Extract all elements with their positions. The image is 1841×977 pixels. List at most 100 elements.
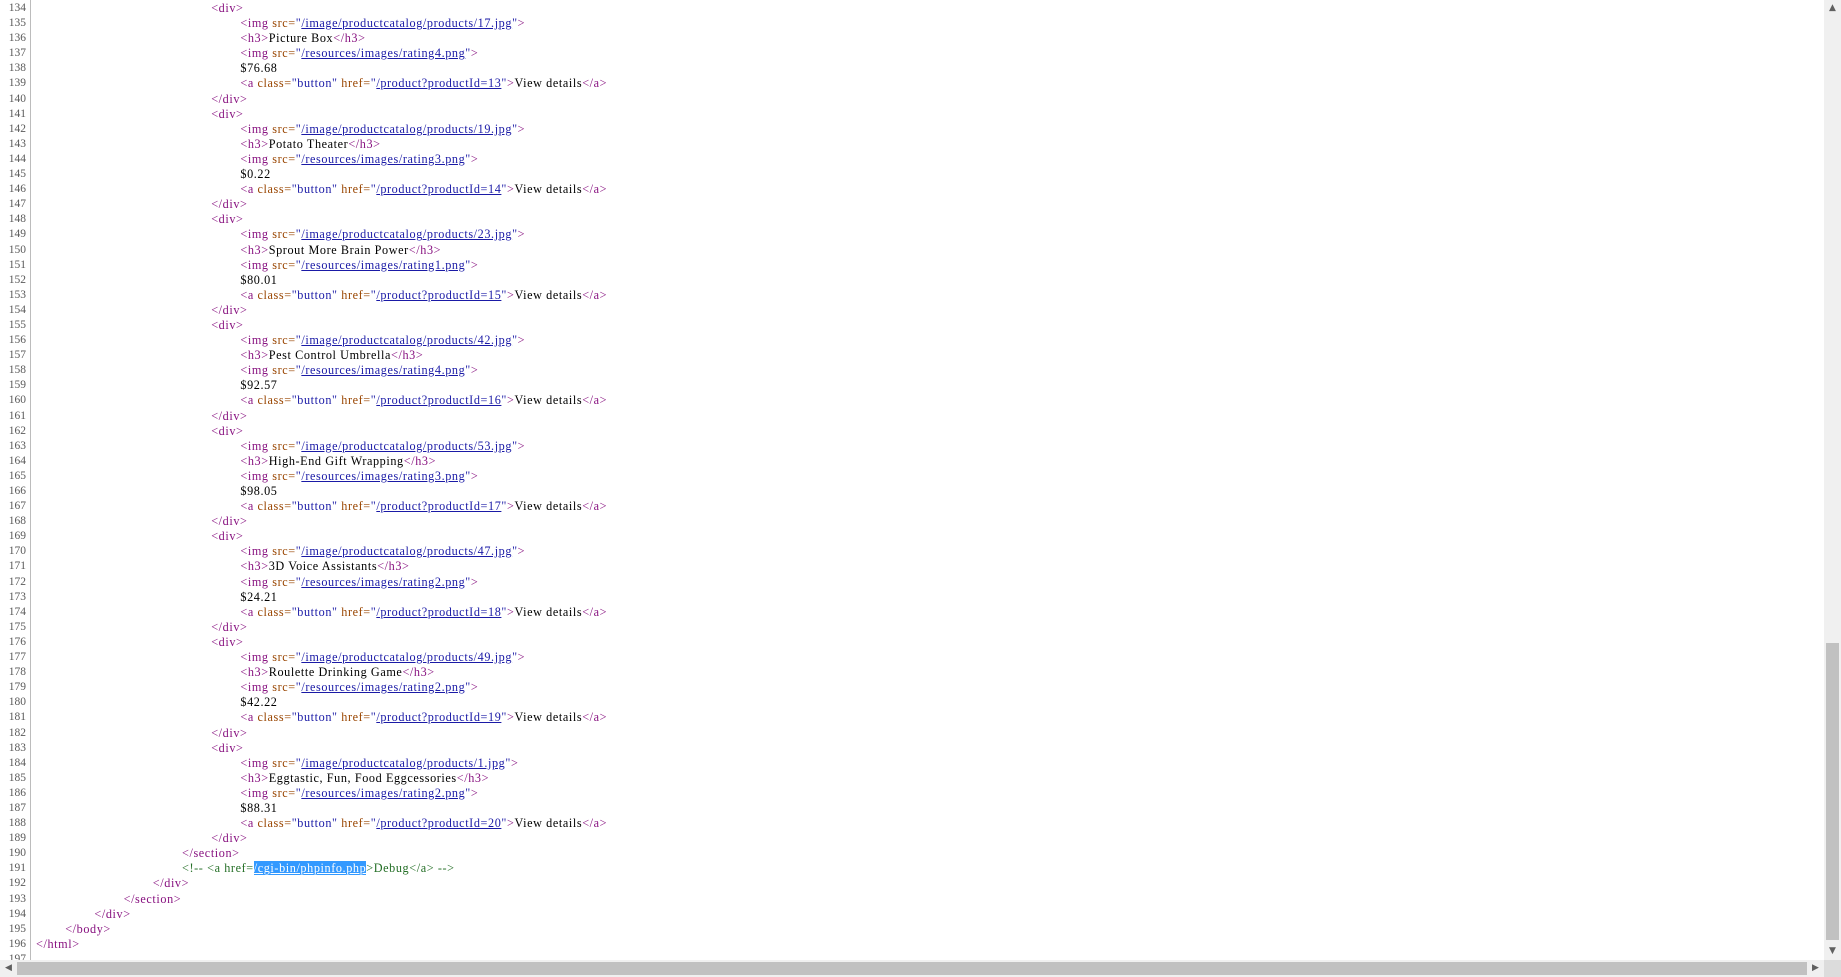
line-content: $92.57 (240, 378, 277, 393)
horizontal-scrollbar[interactable]: ◀ ▶ (0, 960, 1824, 977)
source-line: 168 </div> (0, 514, 1824, 529)
source-link[interactable]: /image/productcatalog/products/42.jpg (301, 333, 512, 347)
source-link[interactable]: /product?productId=15 (376, 288, 501, 302)
line-number: 184 (8, 756, 26, 769)
line-content: </section> (182, 846, 240, 861)
token-tag: <img (240, 257, 273, 272)
token-text: $88.31 (240, 800, 278, 815)
source-link[interactable]: /resources/images/rating1.png (301, 258, 465, 272)
token-tag: > (517, 333, 526, 348)
source-link[interactable]: /image/productcatalog/products/17.jpg (301, 16, 512, 30)
token-tag: <img (240, 121, 273, 136)
line-number: 187 (8, 801, 26, 814)
line-content: <h3>Picture Box</h3> (240, 31, 365, 46)
token-tag: </a> (582, 604, 608, 619)
line-content: </body> (65, 922, 111, 937)
line-number: 189 (8, 832, 26, 845)
line-number: 177 (8, 651, 26, 664)
token-tag: <img (240, 363, 273, 378)
source-link[interactable]: /image/productcatalog/products/53.jpg (301, 439, 512, 453)
source-link[interactable]: /image/productcatalog/products/49.jpg (301, 650, 512, 664)
source-link[interactable]: /resources/images/rating2.png (301, 575, 465, 589)
source-line: 183 <div> (0, 741, 1824, 756)
token-val: "button" (291, 393, 342, 408)
token-tag: > (510, 755, 519, 770)
scroll-up-icon[interactable]: ▲ (1824, 0, 1841, 17)
token-attr: src= (272, 755, 296, 770)
line-content: <img src="/resources/images/rating2.png"… (240, 575, 478, 590)
source-line: 189 </div> (0, 831, 1824, 846)
line-content: <img src="/resources/images/rating2.png"… (240, 786, 478, 801)
token-tag: <a (240, 499, 258, 514)
scroll-left-icon[interactable]: ◀ (0, 960, 17, 977)
source-link[interactable]: /product?productId=18 (376, 605, 501, 619)
token-val: "button" (291, 499, 342, 514)
token-tag: > (470, 680, 479, 695)
token-attr: href= (341, 499, 371, 514)
line-number: 139 (8, 77, 26, 90)
source-link[interactable]: /resources/images/rating2.png (301, 786, 465, 800)
scroll-right-icon[interactable]: ▶ (1807, 960, 1824, 977)
line-number: 188 (8, 817, 26, 830)
line-number: 152 (8, 273, 26, 286)
source-link[interactable]: /resources/images/rating2.png (301, 680, 465, 694)
source-link[interactable]: /image/productcatalog/products/23.jpg (301, 227, 512, 241)
token-tag: <img (240, 151, 273, 166)
vertical-scrollbar[interactable]: ▲ ▼ (1824, 0, 1841, 960)
token-tag: <img (240, 333, 273, 348)
token-text: Pest Control Umbrella (268, 348, 392, 363)
token-tag: </div> (211, 725, 248, 740)
line-content: <img src="/image/productcatalog/products… (240, 650, 525, 665)
line-number: 136 (8, 32, 26, 45)
view-source-viewport: 134 <div> 135 <img src="/image/productcatal… (0, 0, 1824, 960)
token-tag: <div> (211, 1, 244, 15)
line-number: 146 (8, 183, 26, 196)
token-tag: > (470, 468, 479, 483)
line-content: <div> (211, 212, 243, 227)
source-link[interactable]: /product?productId=16 (376, 393, 501, 407)
scroll-down-icon[interactable]: ▼ (1824, 943, 1841, 960)
source-link[interactable]: /product?productId=20 (376, 816, 501, 830)
line-number: 141 (8, 107, 26, 120)
source-link[interactable]: /resources/images/rating3.png (301, 152, 465, 166)
source-line: 171 <h3>3D Voice Assistants</h3> (0, 559, 1824, 574)
source-link[interactable]: /product?productId=13 (376, 76, 501, 90)
line-number: 134 (8, 2, 26, 14)
token-tag: </body> (65, 921, 111, 936)
line-number: 196 (8, 937, 26, 950)
source-line: 169 <div> (0, 529, 1824, 544)
source-line: 138 $76.68 (0, 61, 1824, 76)
source-line: 182 </div> (0, 726, 1824, 741)
token-tag: <h3> (240, 242, 269, 257)
vertical-scroll-thumb[interactable] (1826, 643, 1839, 940)
token-attr: src= (272, 650, 296, 665)
token-tag: </a> (582, 287, 608, 302)
source-line: 165 <img src="/resources/images/rating3.p… (0, 469, 1824, 484)
source-link[interactable]: /resources/images/rating4.png (301, 46, 465, 60)
source-line: 146 <a class="button" href="/product?prod… (0, 182, 1824, 197)
source-link[interactable]: /product?productId=19 (376, 710, 501, 724)
token-tag: <img (240, 438, 273, 453)
line-number: 174 (8, 605, 26, 618)
source-link[interactable]: /product?productId=14 (376, 182, 501, 196)
token-text: View details (514, 287, 583, 302)
token-tag: > (470, 257, 479, 272)
token-tag: </div> (211, 302, 248, 317)
source-line: 173 $24.21 (0, 590, 1824, 605)
source-link[interactable]: /product?productId=17 (376, 499, 501, 513)
source-link[interactable]: /image/productcatalog/products/1.jpg (301, 756, 505, 770)
token-tag: > (517, 544, 526, 559)
horizontal-scroll-thumb[interactable] (17, 962, 1807, 975)
source-link[interactable]: /image/productcatalog/products/19.jpg (301, 122, 512, 136)
token-attr: src= (272, 438, 296, 453)
source-line: 164 <h3>High-End Gift Wrapping</h3> (0, 454, 1824, 469)
line-content: <!-- <a href=/cgi-bin/phpinfo.php>Debug<… (182, 861, 455, 876)
line-number: 176 (8, 635, 26, 648)
token-attr: src= (272, 468, 296, 483)
token-text: View details (514, 76, 583, 91)
source-link[interactable]: /resources/images/rating4.png (301, 363, 465, 377)
source-link[interactable]: /image/productcatalog/products/47.jpg (301, 544, 512, 558)
line-number: 182 (8, 726, 26, 739)
source-link[interactable]: /resources/images/rating3.png (301, 469, 465, 483)
line-number: 193 (8, 892, 26, 905)
